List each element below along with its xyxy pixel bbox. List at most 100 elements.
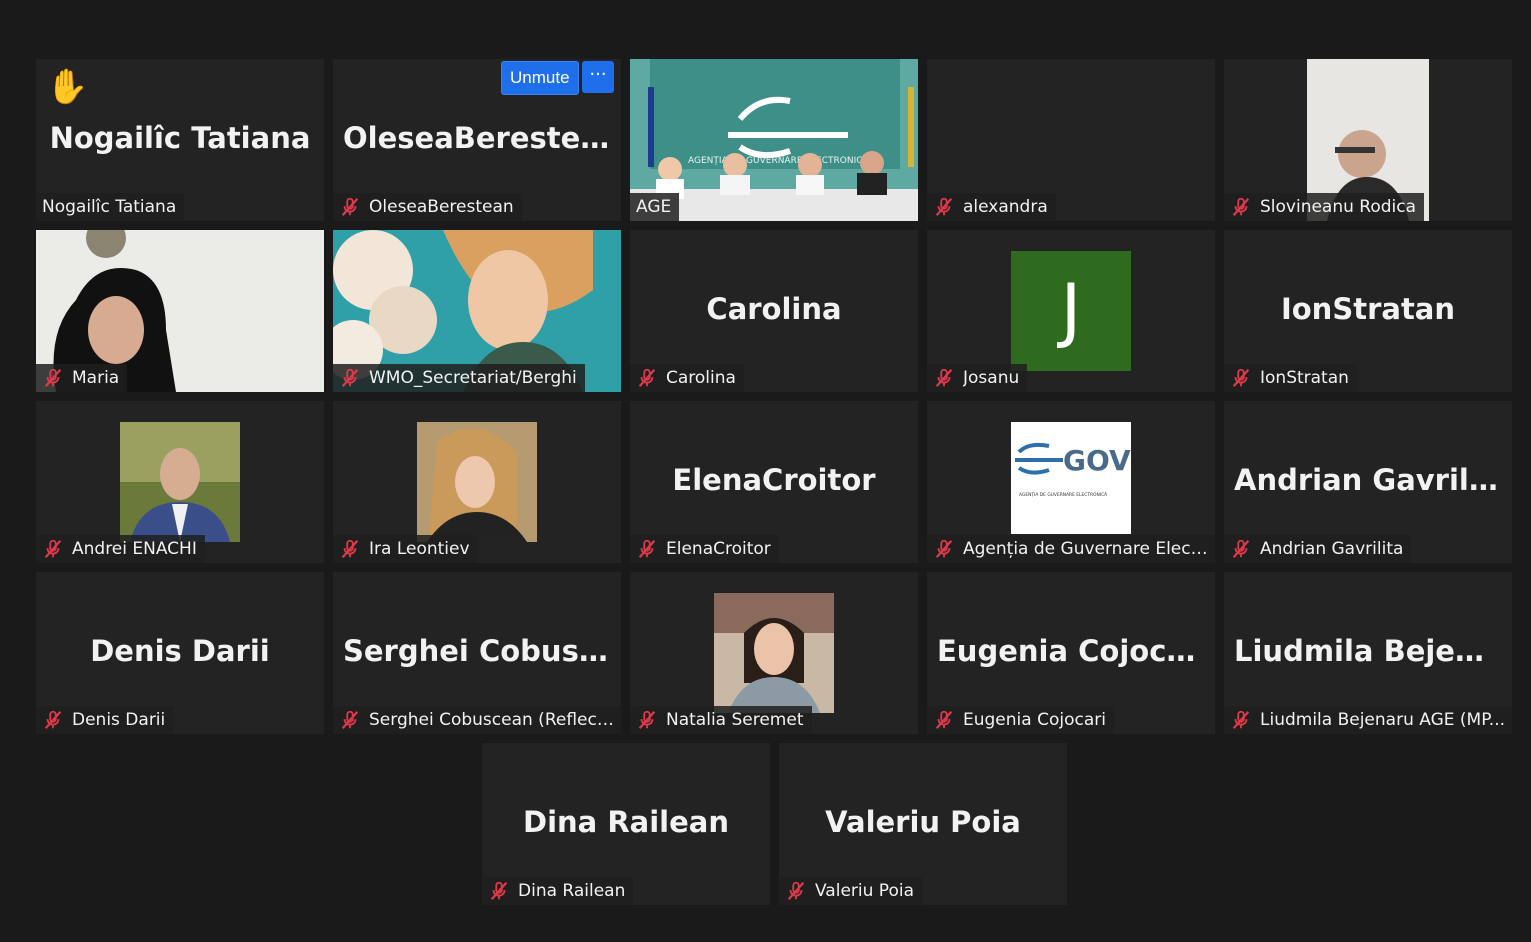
participant-name: Dina Railean — [518, 881, 626, 901]
participant-label: Josanu — [927, 364, 1028, 392]
video-tile-bejenaru[interactable]: Liudmila Bejena... Liudmila Bejenaru AGE… — [1224, 572, 1512, 734]
mic-off-icon — [1230, 709, 1252, 731]
participant-label: Denis Darii — [36, 706, 174, 734]
video-tile-cobuscean[interactable]: Serghei Cobusc... Serghei Cobuscean (Ref… — [333, 572, 621, 734]
participant-label: Slovineanu Rodica — [1224, 193, 1425, 221]
participant-label: IonStratan — [1224, 364, 1357, 392]
tile-display-name: Liudmila Bejena... — [1234, 634, 1512, 668]
mic-off-icon — [933, 709, 955, 731]
participant-label: ElenaCroitor — [630, 535, 779, 563]
participant-name: Maria — [72, 368, 120, 388]
tile-display-name: Carolina — [706, 292, 842, 326]
participant-name: OleseaBerestean — [369, 197, 514, 217]
participant-label: Liudmila Bejenaru AGE (MP... — [1224, 706, 1512, 734]
video-tile-age[interactable]: AGENȚIA DE GUVERNARE ELECTRONICĂ AGE — [630, 59, 918, 221]
avatar: J — [1011, 251, 1131, 371]
tile-display-name: Andrian Gavrilita — [1234, 463, 1512, 497]
video-tile-ionstratan[interactable]: IonStratan IonStratan — [1224, 230, 1512, 392]
gov-text: GOV — [1063, 444, 1131, 477]
participant-name: Valeriu Poia — [815, 881, 914, 901]
profile-image — [714, 593, 834, 713]
participant-label: Maria — [36, 364, 128, 392]
video-tile-seremet[interactable]: Natalia Seremet — [630, 572, 918, 734]
participant-name: Josanu — [963, 368, 1020, 388]
raised-hand-icon: ✋ — [46, 67, 89, 107]
tile-display-name: Dina Railean — [523, 805, 729, 839]
participant-label: OleseaBerestean — [333, 193, 522, 221]
video-tile-railean[interactable]: Dina Railean Dina Railean — [482, 743, 770, 905]
participant-label: Andrian Gavrilita — [1224, 535, 1412, 563]
participant-label: Andrei ENACHI — [36, 535, 205, 563]
participant-label: Eugenia Cojocari — [927, 706, 1114, 734]
video-tile-nogailic[interactable]: ✋ Nogailîc Tatiana Nogailîc Tatiana — [36, 59, 324, 221]
video-tile-wmo[interactable]: WMO_Secretariat/Berghi — [333, 230, 621, 392]
participant-label: Ira Leontiev — [333, 535, 478, 563]
participant-name: Serghei Cobuscean (Reflecta... — [369, 710, 619, 730]
participant-name: Ira Leontiev — [369, 539, 470, 559]
video-tile-poia[interactable]: Valeriu Poia Valeriu Poia — [779, 743, 1067, 905]
mic-off-icon — [933, 538, 955, 560]
video-tile-leontiev[interactable]: Ira Leontiev — [333, 401, 621, 563]
video-tile-enachi[interactable]: Andrei ENACHI — [36, 401, 324, 563]
participant-name: WMO_Secretariat/Berghi — [369, 368, 577, 388]
video-tile-elenacroitor[interactable]: ElenaCroitor ElenaCroitor — [630, 401, 918, 563]
video-tile-agentia[interactable]: GOV AGENȚIA DE GUVERNARE ELECTRONICĂ Age… — [927, 401, 1215, 563]
mic-off-icon — [1230, 538, 1252, 560]
mic-off-icon — [636, 367, 658, 389]
mic-off-icon — [785, 880, 807, 902]
mic-off-icon — [1230, 196, 1252, 218]
profile-image — [417, 422, 537, 542]
mic-off-icon — [636, 709, 658, 731]
video-tile-maria[interactable]: Maria — [36, 230, 324, 392]
profile-image — [120, 422, 240, 542]
mic-off-icon — [339, 196, 361, 218]
video-tile-josanu[interactable]: J Josanu — [927, 230, 1215, 392]
tile-display-name: ElenaCroitor — [672, 463, 876, 497]
participant-name: Carolina — [666, 368, 736, 388]
video-tile-olesea[interactable]: Unmute ··· OleseaBerestean OleseaBereste… — [333, 59, 621, 221]
video-tile-cojocari[interactable]: Eugenia Cojocari Eugenia Cojocari — [927, 572, 1215, 734]
participant-name: AGE — [636, 197, 672, 217]
unmute-button[interactable]: Unmute — [501, 61, 579, 95]
participant-label: AGE — [630, 193, 680, 221]
participant-name: IonStratan — [1260, 368, 1349, 388]
video-tile-darii[interactable]: Denis Darii Denis Darii — [36, 572, 324, 734]
video-tile-slovineanu[interactable]: Slovineanu Rodica — [1224, 59, 1512, 221]
tile-display-name: Eugenia Cojocari — [937, 634, 1211, 668]
participant-label: Natalia Seremet — [630, 706, 812, 734]
participant-name: Natalia Seremet — [666, 710, 804, 730]
tile-display-name: OleseaBerestean — [343, 121, 621, 155]
participant-label: alexandra — [927, 193, 1056, 221]
mic-off-icon — [42, 538, 64, 560]
participant-label: WMO_Secretariat/Berghi — [333, 364, 585, 392]
participant-label: Valeriu Poia — [779, 877, 922, 905]
participant-name: Andrei ENACHI — [72, 539, 197, 559]
participant-name: alexandra — [963, 197, 1048, 217]
gov-subtitle: AGENȚIA DE GUVERNARE ELECTRONICĂ — [1019, 491, 1107, 498]
tile-display-name: Valeriu Poia — [825, 805, 1021, 839]
video-tile-gavrilita[interactable]: Andrian Gavrilita Andrian Gavrilita — [1224, 401, 1512, 563]
mic-off-icon — [339, 367, 361, 389]
mic-off-icon — [42, 367, 64, 389]
more-options-button[interactable]: ··· — [582, 61, 614, 93]
participant-name: Eugenia Cojocari — [963, 710, 1106, 730]
mic-off-icon — [339, 538, 361, 560]
participant-name: Agenția de Guvernare Electr... — [963, 539, 1213, 559]
tile-display-name: Nogailîc Tatiana — [49, 121, 311, 155]
tile-display-name: IonStratan — [1280, 292, 1456, 326]
participant-name: Andrian Gavrilita — [1260, 539, 1404, 559]
video-tile-carolina[interactable]: Carolina Carolina — [630, 230, 918, 392]
tile-display-name: Serghei Cobusc... — [343, 634, 621, 668]
mic-off-icon — [1230, 367, 1252, 389]
tile-display-name: Denis Darii — [90, 634, 270, 668]
participant-label: Agenția de Guvernare Electr... — [927, 535, 1215, 563]
participant-name: Nogailîc Tatiana — [42, 197, 177, 217]
video-tile-alexandra[interactable]: alexandra — [927, 59, 1215, 221]
mic-off-icon — [42, 709, 64, 731]
mic-off-icon — [933, 196, 955, 218]
participant-name: Liudmila Bejenaru AGE (MP... — [1260, 710, 1506, 730]
participant-label: Dina Railean — [482, 877, 634, 905]
mic-off-icon — [488, 880, 510, 902]
mic-off-icon — [636, 538, 658, 560]
banner-text: AGENȚIA DE GUVERNARE ELECTRONICĂ — [688, 154, 870, 166]
